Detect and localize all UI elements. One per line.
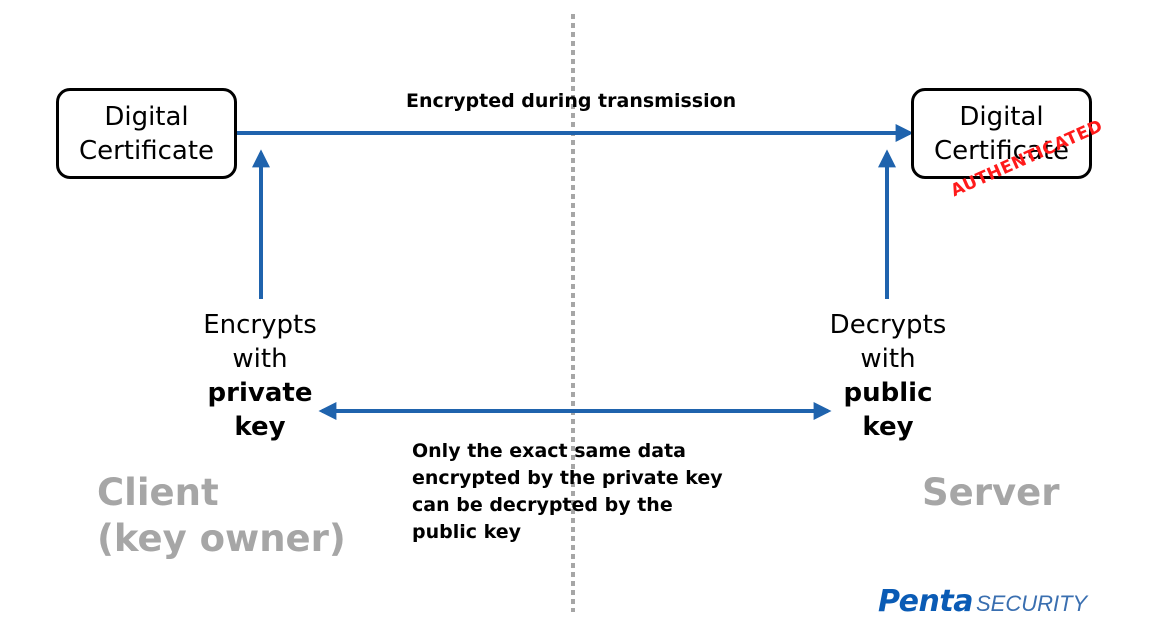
client-digital-certificate-box: Digital Certificate: [56, 88, 237, 179]
certificate-label-line2: Certificate: [78, 135, 215, 166]
operation-key: key: [862, 412, 914, 442]
note-line2: encrypted by the private key: [412, 467, 723, 489]
operation-key-type: private: [207, 378, 313, 408]
client-side-label: Client (key owner): [97, 470, 346, 562]
note-line1: Only the exact same data: [412, 440, 686, 462]
operation-verb: Decrypts: [829, 310, 947, 340]
certificate-label-line1: Digital: [104, 101, 189, 132]
note-line4: public key: [412, 521, 522, 543]
certificate-label-line1: Digital: [959, 101, 1044, 132]
client-operation-label: Encrypts with private key: [180, 308, 340, 444]
operation-with: with: [232, 344, 288, 374]
operation-key: key: [234, 412, 286, 442]
server-side-label: Server: [922, 471, 1060, 514]
note-line3: can be decrypted by the: [412, 494, 673, 516]
transmission-label: Encrypted during transmission: [406, 90, 737, 112]
key-pair-note: Only the exact same data encrypted by th…: [412, 438, 723, 546]
client-label-line1: Client: [97, 471, 219, 514]
operation-with: with: [860, 344, 916, 374]
operation-key-type: public: [843, 378, 933, 408]
penta-security-logo: Penta SECURITY: [878, 584, 1087, 619]
logo-brand-text: Penta: [878, 584, 973, 619]
server-operation-label: Decrypts with public key: [808, 308, 968, 444]
operation-verb: Encrypts: [203, 310, 317, 340]
client-label-line2: (key owner): [97, 517, 346, 560]
logo-suffix-text: SECURITY: [975, 591, 1088, 616]
